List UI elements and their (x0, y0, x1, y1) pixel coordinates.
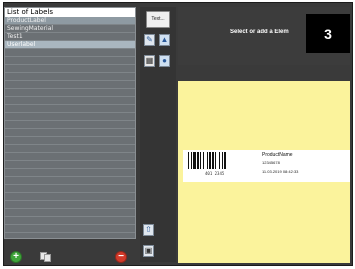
barcode-bar (222, 152, 223, 169)
barcode-bar (200, 152, 201, 169)
element-prompt: Select or add a Elem (230, 29, 289, 35)
barcode-tool-icon[interactable]: ▦ (144, 55, 155, 67)
add-label-button[interactable]: + (10, 251, 22, 263)
step-number-badge: 3 (306, 14, 350, 53)
barcode-bar (193, 152, 196, 169)
empty-list-row[interactable] (5, 49, 135, 57)
barcode-bar (197, 152, 199, 169)
empty-list-row[interactable] (5, 97, 135, 105)
barcode-bar (224, 152, 226, 169)
text-tool-button[interactable]: Text... (146, 11, 170, 28)
barcode-graphic (188, 152, 226, 169)
empty-list-row[interactable] (5, 185, 135, 193)
barcode-bar (188, 152, 189, 169)
upload-icon[interactable]: ⇧ (143, 224, 154, 236)
empty-list-row[interactable] (5, 129, 135, 137)
barcode-bar (203, 152, 204, 169)
save-icon[interactable]: ▣ (143, 245, 154, 257)
empty-list-row[interactable] (5, 233, 135, 238)
empty-list-row[interactable] (5, 81, 135, 89)
empty-list-row[interactable] (5, 137, 135, 145)
minus-circle-icon: − (118, 251, 124, 262)
empty-list-row[interactable] (5, 153, 135, 161)
person-icon[interactable]: ● (159, 55, 170, 67)
empty-list-row[interactable] (5, 161, 135, 169)
barcode-bar (212, 152, 214, 169)
barcode-bar (209, 152, 211, 169)
barcode-bar (191, 152, 192, 169)
copy-label-button[interactable] (40, 252, 52, 262)
empty-list-row[interactable] (5, 65, 135, 73)
barcode-bar (215, 152, 216, 169)
empty-list-row[interactable] (5, 113, 135, 121)
empty-list-row[interactable] (5, 145, 135, 153)
labels-list: List of Labels ProductLabel SewingMateria… (4, 7, 136, 239)
pencil-icon[interactable]: ✎ (144, 34, 155, 46)
plus-circle-icon: + (13, 251, 19, 262)
empty-list-row[interactable] (5, 209, 135, 217)
empty-list-row[interactable] (5, 57, 135, 65)
empty-list-row[interactable] (5, 177, 135, 185)
remove-label-button[interactable]: − (115, 251, 127, 263)
empty-list-row[interactable] (5, 169, 135, 177)
empty-list-row[interactable] (5, 217, 135, 225)
empty-list-row[interactable] (5, 193, 135, 201)
barcode-bar (219, 152, 220, 169)
empty-list-row[interactable] (5, 89, 135, 97)
empty-list-row[interactable] (5, 201, 135, 209)
image-tool-icon[interactable]: ▲ (159, 34, 170, 46)
product-date: 11.03.2019 08:42:33 (262, 169, 299, 174)
barcode-bar (207, 152, 208, 169)
empty-list-row[interactable] (5, 73, 135, 81)
empty-list-row[interactable] (5, 105, 135, 113)
empty-list-row[interactable] (5, 121, 135, 129)
product-code: 12345678 (262, 160, 280, 165)
list-item[interactable]: ProductLabel (5, 17, 135, 25)
list-item[interactable]: SewingMaterial (5, 25, 135, 33)
empty-list-row[interactable] (5, 225, 135, 233)
product-name: ProductName (262, 152, 293, 158)
list-item[interactable]: Test1 (5, 33, 135, 41)
barcode-number: 401 2345 (205, 171, 225, 176)
list-item[interactable]: Userlabel (5, 41, 135, 49)
labels-list-header: List of Labels (5, 8, 135, 17)
